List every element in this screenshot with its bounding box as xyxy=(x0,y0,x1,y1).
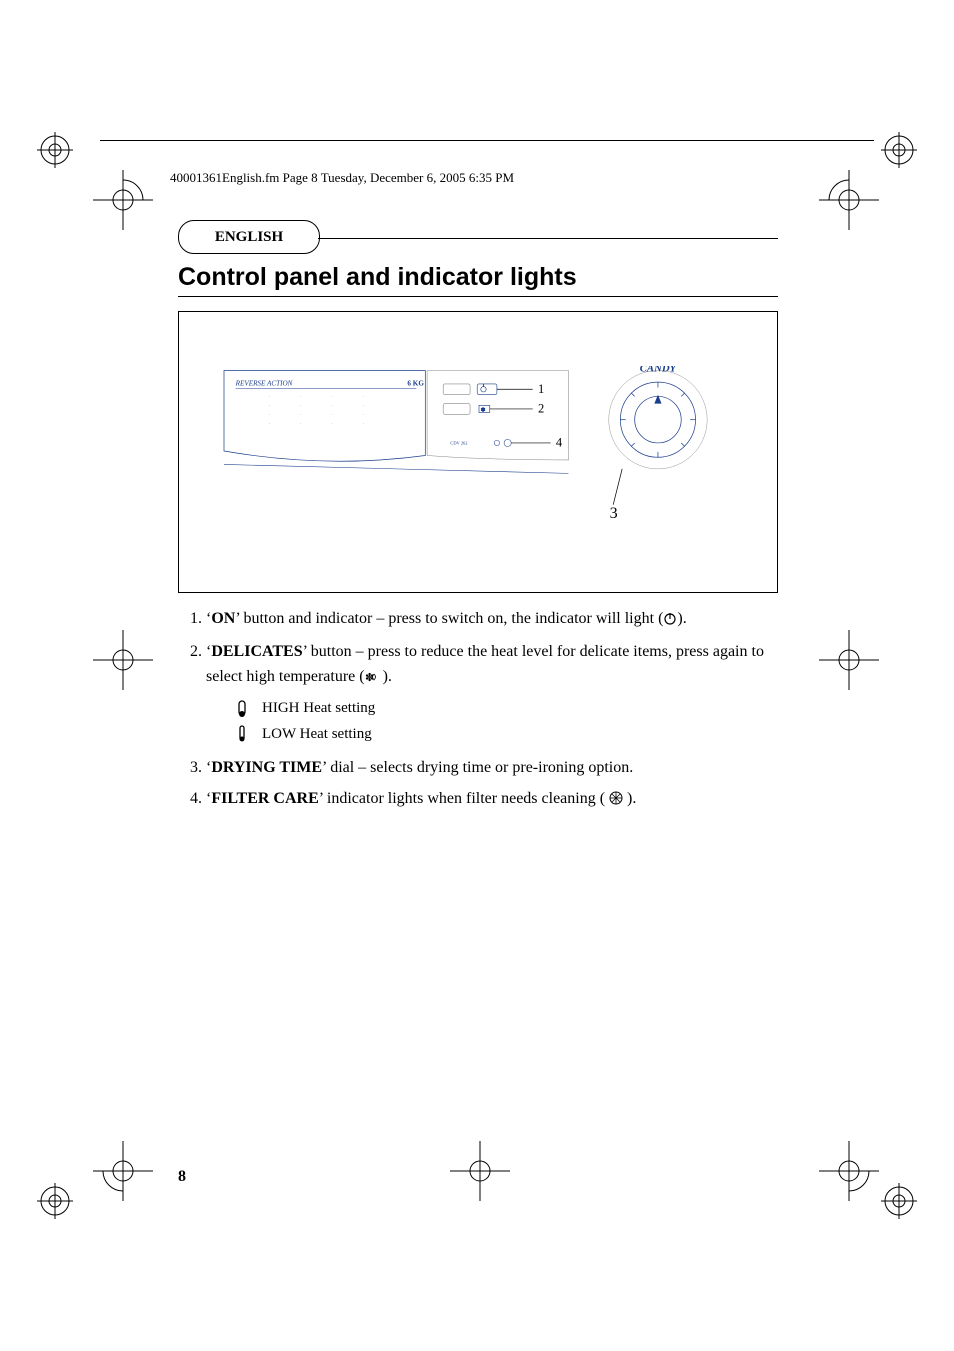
list-item: ‘DELICATES’ button – press to reduce the… xyxy=(206,640,778,746)
svg-text:·: · xyxy=(331,394,333,399)
svg-text:·: · xyxy=(269,412,271,417)
callout-4: 4 xyxy=(556,436,563,450)
list-item: ‘ON’ button and indicator – press to swi… xyxy=(206,607,778,634)
drying-time-label: DRYING TIME xyxy=(211,759,322,776)
callout-1: 1 xyxy=(538,382,544,396)
crop-mark-icon xyxy=(93,630,153,690)
svg-text:·: · xyxy=(363,412,365,417)
svg-text:·: · xyxy=(300,421,302,426)
crop-mark-icon xyxy=(450,1141,510,1201)
heat-settings: HIGH Heat setting LOW Heat setting xyxy=(234,697,778,746)
crop-mark-icon xyxy=(819,630,879,690)
list-item: ‘DRYING TIME’ dial – selects drying time… xyxy=(206,756,778,781)
filter-care-label: FILTER CARE xyxy=(211,790,318,807)
callout-2: 2 xyxy=(538,402,544,416)
svg-text:·: · xyxy=(269,394,271,399)
language-label: ENGLISH xyxy=(215,229,283,246)
registration-mark-icon xyxy=(879,1181,919,1221)
delicates-label: DELICATES xyxy=(211,643,302,660)
callout-3: 3 xyxy=(610,505,618,522)
low-heat-row: LOW Heat setting xyxy=(234,723,778,746)
panel-model-label: CDV 262 xyxy=(450,441,467,446)
svg-text:·: · xyxy=(363,421,365,426)
instruction-list: ‘ON’ button and indicator – press to swi… xyxy=(178,607,778,813)
svg-text:·: · xyxy=(300,394,302,399)
svg-text:·: · xyxy=(331,421,333,426)
language-rule xyxy=(318,238,778,239)
svg-text:·: · xyxy=(269,403,271,408)
power-icon xyxy=(663,609,677,634)
crop-mark-icon xyxy=(93,1141,153,1201)
page: 40001361English.fm Page 8 Tuesday, Decem… xyxy=(0,0,954,1351)
list-item: ‘FILTER CARE’ indicator lights when filt… xyxy=(206,787,778,814)
svg-text:·: · xyxy=(331,412,333,417)
header-filename: 40001361English.fm Page 8 Tuesday, Decem… xyxy=(170,170,854,186)
svg-text:·: · xyxy=(269,421,271,426)
panel-reverse-action-label: REVERSE ACTION xyxy=(235,380,294,388)
registration-mark-icon xyxy=(35,1181,75,1221)
title-rule xyxy=(178,296,778,297)
crop-mark-icon xyxy=(93,170,153,230)
high-heat-label: HIGH Heat setting xyxy=(262,697,375,720)
heat-icon: ✽ xyxy=(365,667,383,692)
registration-mark-icon xyxy=(35,130,75,170)
svg-text:·: · xyxy=(363,403,365,408)
header-rule xyxy=(100,140,874,141)
panel-weight-label: 6 KG xyxy=(407,380,424,388)
on-label: ON xyxy=(211,610,235,627)
page-title: Control panel and indicator lights xyxy=(178,263,778,292)
svg-text:✽: ✽ xyxy=(481,408,486,414)
svg-text:·: · xyxy=(363,394,365,399)
crop-mark-icon xyxy=(819,1141,879,1201)
filter-icon xyxy=(609,789,623,814)
low-heat-icon xyxy=(234,725,250,743)
svg-text:·: · xyxy=(300,403,302,408)
control-panel-diagram: REVERSE ACTION 6 KG ···· ···· ···· ···· … xyxy=(178,311,778,593)
high-heat-row: HIGH Heat setting xyxy=(234,697,778,720)
svg-text:·: · xyxy=(300,412,302,417)
content-area: ENGLISH Control panel and indicator ligh… xyxy=(178,220,778,819)
svg-text:·: · xyxy=(331,403,333,408)
brand-label: CANDY xyxy=(640,366,678,374)
registration-mark-icon xyxy=(879,130,919,170)
low-heat-label: LOW Heat setting xyxy=(262,723,372,746)
language-badge: ENGLISH xyxy=(178,220,320,254)
high-heat-icon xyxy=(234,700,250,718)
page-number: 8 xyxy=(178,1168,186,1186)
panel-illustration: REVERSE ACTION 6 KG ···· ···· ···· ···· … xyxy=(189,366,769,536)
